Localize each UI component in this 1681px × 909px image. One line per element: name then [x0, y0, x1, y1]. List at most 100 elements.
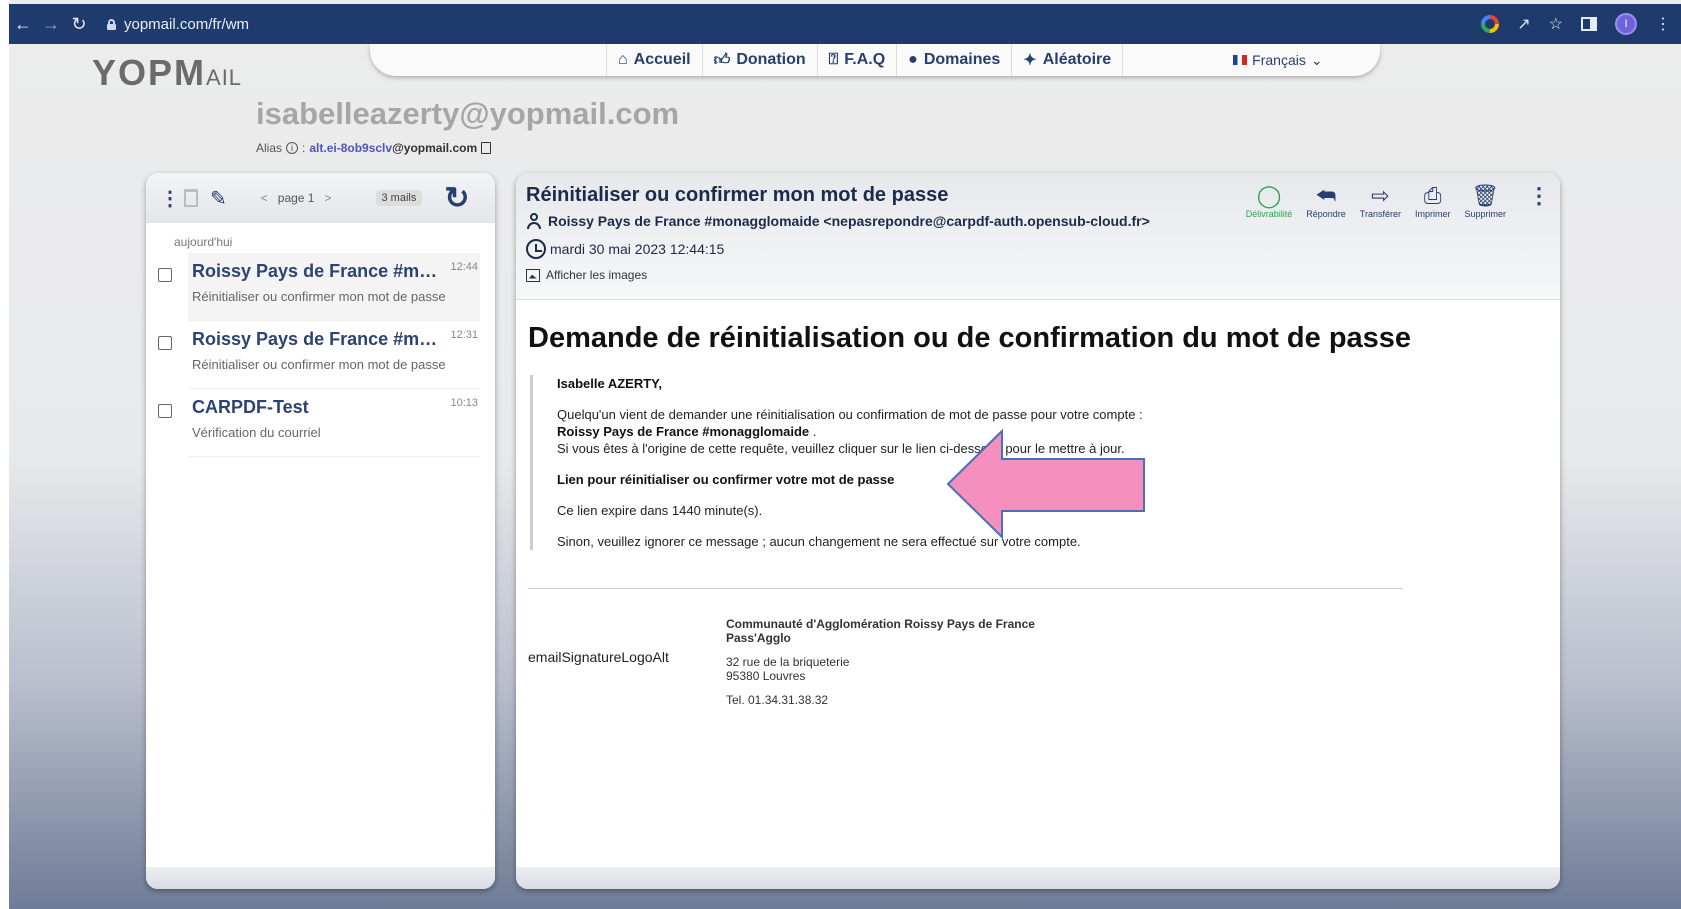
mail-subject: Réinitialiser ou confirmer mon mot de pa…	[192, 289, 446, 304]
nav-accueil[interactable]: ⌂ Accueil	[606, 44, 703, 76]
prev-page-icon[interactable]: <	[261, 191, 268, 205]
reply-button[interactable]: ⮪ Répondre	[1306, 183, 1346, 219]
language-label: Français	[1252, 52, 1306, 68]
yopmail-logo[interactable]: YOPMAIL	[92, 52, 242, 94]
signature-text: Communauté d'Agglomération Roissy Pays d…	[726, 617, 1035, 717]
refresh-icon[interactable]: ↻	[444, 181, 469, 216]
body-line1: Quelqu'un vient de demander une réinitia…	[557, 407, 1143, 422]
share-icon[interactable]: ↗	[1517, 14, 1530, 34]
mail-checkbox[interactable]	[158, 336, 172, 350]
mail-from: Roissy Pays de France #monagglomaide	[192, 329, 442, 349]
nav-donation-label: Donation	[736, 51, 806, 68]
alias-line: Alias i : alt.ei-8ob9sclv@yopmail.com	[256, 141, 492, 155]
alias-user: alt.ei-8ob9sclv	[309, 141, 393, 155]
google-icon[interactable]	[1481, 15, 1500, 33]
mail-checkbox[interactable]	[158, 268, 172, 282]
next-page-icon[interactable]: >	[324, 191, 331, 205]
reload-icon[interactable]: ↻	[65, 14, 93, 35]
url-text: yopmail.com/fr/wm	[124, 15, 250, 33]
account-name: Roissy Pays de France #monagglomaide	[557, 424, 810, 439]
star-icon[interactable]: ☆	[1549, 14, 1563, 34]
pink-arrow-annotation-icon	[946, 429, 1145, 539]
message-subject: Réinitialiser ou confirmer mon mot de pa…	[526, 184, 949, 206]
browser-actions: ↗ ☆ I ⋮	[1481, 13, 1681, 35]
message-date: mardi 30 mai 2023 12:44:15	[526, 239, 724, 259]
message-sender: Roissy Pays de France #monagglomaide <ne…	[526, 213, 1150, 229]
browser-menu-icon[interactable]: ⋮	[1655, 14, 1671, 34]
message-menu-icon[interactable]: ⋮	[1528, 183, 1550, 209]
compose-pencil-icon[interactable]: ✎	[210, 186, 227, 211]
date-text: mardi 30 mai 2023 12:44:15	[550, 241, 725, 257]
alias-separator: :	[302, 141, 306, 155]
info-icon[interactable]: i	[286, 142, 299, 154]
french-flag-icon	[1233, 55, 1248, 65]
forward-button[interactable]: ⇨ Transférer	[1360, 183, 1401, 219]
side-panel-icon[interactable]	[1581, 17, 1597, 31]
signature-address1: 32 rue de la briqueterie	[726, 655, 850, 669]
signature-address2: 95380 Louvres	[726, 669, 806, 683]
delete-icon[interactable]	[184, 189, 198, 207]
forward-icon: ⇨	[1371, 183, 1390, 208]
browser-toolbar: ← → ↻ yopmail.com/fr/wm ↗ ☆ I ⋮	[9, 4, 1681, 44]
person-icon	[526, 213, 542, 229]
nav-faq[interactable]: ⍰ F.A.Q	[818, 44, 898, 76]
account-suffix: .	[812, 424, 817, 439]
forward-arrow-icon[interactable]: →	[37, 14, 65, 35]
message-actions: ◯ Délivrabilité ⮪ Répondre ⇨ Transférer …	[1232, 183, 1550, 219]
language-select[interactable]: Français ⌄	[1233, 52, 1323, 69]
signature-logo-broken-image: emailSignatureLogoAlt	[528, 649, 669, 665]
forward-label: Transférer	[1359, 209, 1401, 219]
trash-icon: 🗑︎	[1471, 183, 1500, 208]
message-footer	[516, 867, 1560, 889]
mail-time: 10:13	[450, 397, 478, 409]
greeting: Isabelle AZERTY,	[557, 376, 662, 391]
mailbox-address: isabelleazerty@yopmail.com	[256, 96, 680, 131]
inbox-panel: ⋮ ✎ < page 1 > 3 mails ↻ aujourd'hui Roi…	[146, 173, 495, 889]
back-arrow-icon[interactable]: ←	[9, 14, 37, 35]
clock-icon	[526, 239, 546, 259]
mail-list-item[interactable]: Roissy Pays de France #monagglomaide 12:…	[158, 253, 480, 321]
reset-link[interactable]: Lien pour réinitialiser ou confirmer vot…	[557, 472, 894, 487]
show-images-link[interactable]: Afficher les images	[526, 268, 647, 282]
inbox-menu-icon[interactable]: ⋮	[160, 186, 180, 211]
mail-checkbox[interactable]	[158, 404, 172, 418]
shield-check-icon: ◯	[1256, 183, 1282, 208]
nav-faq-label: F.A.Q	[844, 51, 886, 68]
image-icon	[526, 268, 540, 282]
copy-icon[interactable]	[481, 142, 492, 154]
mail-time: 12:31	[450, 329, 478, 341]
inbox-footer	[146, 867, 495, 889]
alias-address[interactable]: alt.ei-8ob9sclv@yopmail.com	[309, 141, 477, 155]
mail-count-badge: 3 mails	[375, 190, 423, 206]
mail-list-item[interactable]: CARPDF-Test 10:13 Vérification du courri…	[158, 389, 480, 457]
deliverability-button[interactable]: ◯ Délivrabilité	[1246, 183, 1293, 219]
sender-text: Roissy Pays de France #monagglomaide <ne…	[548, 213, 1150, 229]
nav-domaines[interactable]: ● Domaines	[897, 44, 1013, 76]
lock-icon	[107, 18, 116, 30]
print-button[interactable]: ⎙ Imprimer	[1415, 183, 1451, 219]
logo-tail: AIL	[206, 65, 243, 90]
delete-label: Supprimer	[1464, 209, 1506, 219]
alias-domain: @yopmail.com	[392, 141, 478, 155]
signature-org2: Pass'Agglo	[726, 631, 791, 645]
globe-icon: ●	[908, 51, 918, 68]
message-heading: Demande de réinitialisation ou de confir…	[528, 322, 1412, 354]
inbox-toolbar: ⋮ ✎ < page 1 > 3 mails ↻	[146, 173, 495, 223]
nav-aleatoire[interactable]: ✦ Aléatoire	[1012, 44, 1124, 76]
mail-subject: Réinitialiser ou confirmer mon mot de pa…	[192, 357, 446, 372]
address-bar[interactable]: yopmail.com/fr/wm	[107, 16, 249, 33]
mail-from: CARPDF-Test	[192, 397, 309, 417]
mail-list-item[interactable]: Roissy Pays de France #monagglomaide 12:…	[158, 321, 480, 389]
top-navigation: ⌂ Accueil 👍︎ Donation ⍰ F.A.Q ● Domaines…	[370, 44, 1380, 76]
mail-subject: Vérification du courriel	[192, 425, 321, 440]
question-icon: ⍰	[828, 51, 839, 68]
reply-label: Répondre	[1306, 209, 1346, 219]
print-label: Imprimer	[1414, 209, 1451, 219]
printer-icon: ⎙	[1423, 183, 1442, 208]
divider	[528, 588, 1403, 589]
profile-avatar[interactable]: I	[1615, 13, 1637, 35]
nav-donation[interactable]: 👍︎ Donation	[703, 44, 818, 76]
deliverability-label: Délivrabilité	[1245, 209, 1293, 219]
reply-icon: ⮪	[1315, 183, 1337, 208]
delete-button[interactable]: 🗑︎ Supprimer	[1464, 183, 1506, 219]
